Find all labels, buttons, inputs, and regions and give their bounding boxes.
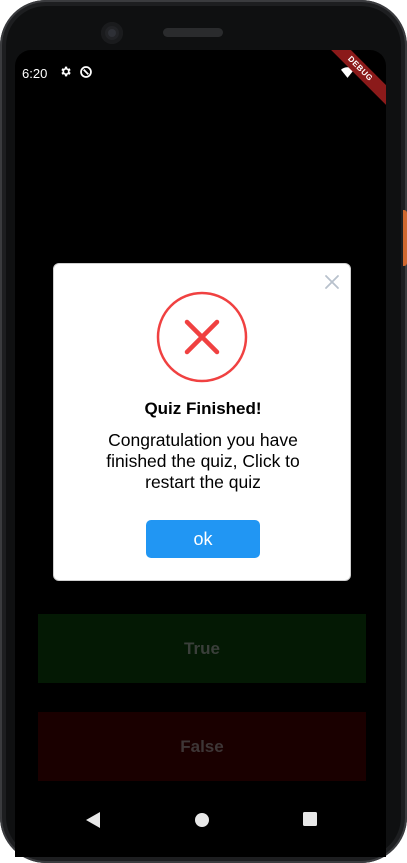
error-x-icon	[156, 291, 248, 383]
ok-button[interactable]: ok	[146, 520, 260, 558]
status-time: 6:20	[22, 66, 48, 81]
quiz-finished-dialog: Quiz Finished! Congratulation you have f…	[53, 263, 351, 581]
close-icon[interactable]	[323, 273, 341, 291]
false-button[interactable]: False	[38, 712, 366, 781]
recents-icon[interactable]	[303, 812, 317, 826]
true-button[interactable]: True	[38, 614, 366, 683]
back-icon[interactable]	[86, 812, 100, 828]
navigation-bar	[15, 794, 386, 846]
dialog-title: Quiz Finished!	[144, 399, 262, 418]
power-button[interactable]	[403, 210, 407, 266]
debug-banner: DEBUG	[319, 50, 386, 110]
home-icon[interactable]	[194, 812, 210, 828]
dialog-message: Congratulation you have finished the qui…	[106, 430, 300, 492]
settings-icon	[61, 66, 71, 77]
front-camera	[101, 22, 123, 44]
status-bar: 6:20 DEBUG	[15, 50, 386, 110]
sync-icon	[80, 66, 92, 78]
earpiece-speaker	[163, 28, 223, 37]
